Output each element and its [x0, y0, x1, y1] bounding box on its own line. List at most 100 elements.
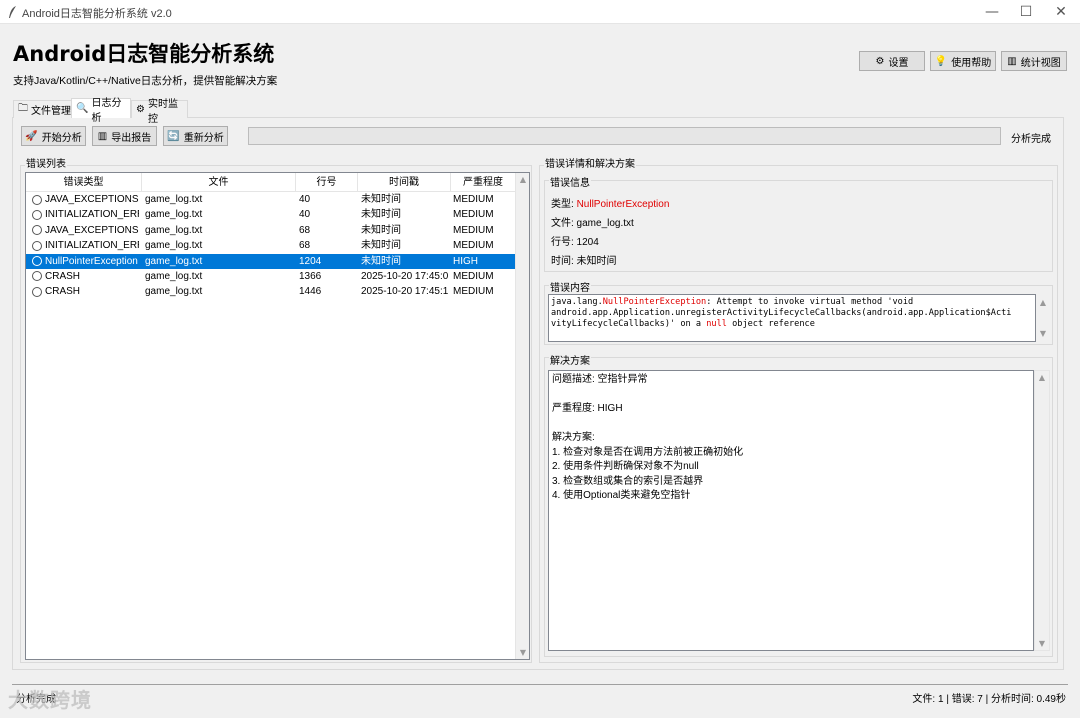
report-icon: ▥ [97, 130, 108, 142]
help-button-label: 使用帮助 [951, 57, 992, 69]
search-icon: 🔍 [76, 103, 89, 114]
error-file-line: 文件: game_log.txt [551, 218, 634, 229]
watermark-logo: 大数跨境 [8, 688, 92, 712]
folder-icon: 🗀 [18, 103, 28, 114]
cell-type: CRASH [45, 270, 81, 282]
window-title: Android日志智能分析系统 v2.0 [22, 8, 172, 20]
cell-line: 68 [299, 240, 311, 252]
cell-file: game_log.txt [145, 240, 203, 252]
column-header-file[interactable]: 文件 [142, 173, 296, 192]
cell-type: INITIALIZATION_ERR [45, 209, 139, 221]
reanalyze-button[interactable]: 🔄 重新分析 [163, 126, 228, 146]
error-content-text[interactable]: java.lang.NullPointerException: Attempt … [548, 294, 1036, 342]
column-header-severity[interactable]: 严重程度 [451, 173, 516, 192]
status-right-text: 文件: 1 | 错误: 7 | 分析时间: 0.49秒 [912, 694, 1066, 705]
tab-file-management[interactable]: 🗀 文件管理 [13, 100, 73, 118]
lightbulb-icon: 💡 [934, 55, 948, 67]
error-info-label: 错误信息 [549, 174, 591, 189]
table-row[interactable]: INITIALIZATION_ERR game_log.txt 40 未知时间 MEDI… [26, 207, 516, 222]
feather-icon [9, 6, 16, 18]
solution-line: 问题描述: 空指针异常 [552, 374, 648, 385]
code-segment: object reference [726, 319, 815, 329]
row-radio-icon[interactable] [32, 194, 42, 205]
page-title: Android日志智能分析系统 [13, 42, 275, 66]
error-list-scrollbar[interactable]: ▲ ▼ [515, 173, 529, 659]
chart-icon: ▥ [1007, 55, 1017, 67]
table-row[interactable]: JAVA_EXCEPTIONS game_log.txt 40 未知时间 MEDIUM [26, 192, 516, 207]
table-row[interactable]: CRASH game_log.txt 1446 2025-10-20 17:45:1 M… [26, 284, 516, 299]
stats-view-button[interactable]: ▥ 统计视图 [1001, 51, 1067, 71]
row-radio-icon[interactable] [32, 240, 42, 251]
start-analysis-button[interactable]: 🚀 开始分析 [21, 126, 86, 146]
close-button[interactable]: ✕ [1044, 0, 1078, 24]
code-null-keyword: null [706, 319, 727, 329]
scroll-up-icon[interactable]: ▲ [1036, 298, 1050, 307]
row-radio-icon[interactable] [32, 225, 42, 236]
start-analysis-label: 开始分析 [41, 132, 82, 144]
scroll-up-icon[interactable]: ▲ [516, 175, 529, 184]
solution-text[interactable]: 问题描述: 空指针异常 严重程度: HIGH 解决方案: 1. 检查对象是否在调用方法… [548, 370, 1034, 651]
cell-severity: MEDIUM [453, 240, 494, 252]
solution-scrollbar[interactable]: ▲ ▼ [1034, 370, 1050, 651]
row-radio-icon[interactable] [32, 271, 42, 282]
maximize-button[interactable]: ☐ [1009, 0, 1043, 24]
table-row[interactable]: CRASH game_log.txt 1366 2025-10-20 17:45:0 M… [26, 269, 516, 284]
cell-time: 未知时间 [361, 240, 401, 252]
cell-type: INITIALIZATION_ERR [45, 240, 139, 252]
tab-live-monitor[interactable]: ⚙ 实时监控 [131, 99, 188, 125]
column-header-type[interactable]: 错误类型 [26, 173, 142, 192]
cell-type: NullPointerException [45, 255, 138, 267]
export-report-label: 导出报告 [111, 132, 152, 144]
cell-line: 1366 [299, 270, 322, 282]
row-radio-icon[interactable] [32, 256, 42, 267]
column-header-timestamp[interactable]: 时间戳 [358, 173, 451, 192]
cell-severity: HIGH [453, 255, 478, 267]
help-button[interactable]: 💡 使用帮助 [930, 51, 996, 71]
table-body: JAVA_EXCEPTIONS game_log.txt 40 未知时间 MEDIUM I… [26, 192, 516, 300]
cell-time: 2025-10-20 17:45:0 [361, 270, 449, 282]
scroll-up-icon[interactable]: ▲ [1035, 373, 1049, 382]
scroll-down-icon[interactable]: ▼ [1036, 329, 1050, 338]
code-segment: java.lang. [551, 297, 603, 307]
solution-line [552, 388, 1030, 403]
column-header-line[interactable]: 行号 [296, 173, 358, 192]
error-type-value: NullPointerException [576, 199, 670, 210]
cell-type: CRASH [45, 286, 81, 298]
settings-button[interactable]: ⚙ 设置 [859, 51, 925, 71]
row-radio-icon[interactable] [32, 286, 42, 297]
error-list-table[interactable]: 错误类型 文件 行号 时间戳 严重程度 JAVA_EXCEPTIONS game_… [25, 172, 530, 660]
error-list-label: 错误列表 [25, 155, 67, 170]
cell-file: game_log.txt [145, 270, 203, 282]
cell-severity: MEDIUM [453, 224, 494, 236]
cell-time: 未知时间 [361, 224, 401, 236]
error-content-scrollbar[interactable]: ▲ ▼ [1036, 294, 1050, 342]
error-type-line: 类型: NullPointerException [551, 195, 669, 210]
cell-severity: MEDIUM [453, 270, 494, 282]
code-segment: : Attempt to invoke virtual method 'void [706, 297, 914, 307]
minimize-button[interactable]: — [975, 0, 1009, 24]
cell-severity: MEDIUM [453, 209, 494, 221]
solution-line: 1. 检查对象是否在调用方法前被正确初始化 [552, 446, 744, 458]
scroll-down-icon[interactable]: ▼ [516, 648, 529, 657]
tab-log-analysis[interactable]: 🔍 日志分析 [71, 98, 131, 124]
export-report-button[interactable]: ▥ 导出报告 [92, 126, 157, 146]
table-row[interactable]: NullPointerException game_log.txt 1204 未知时间… [26, 253, 516, 269]
row-radio-icon[interactable] [32, 209, 42, 220]
table-row[interactable]: INITIALIZATION_ERR game_log.txt 68 未知时间 MEDI… [26, 238, 516, 253]
tab-label: 日志分析 [91, 97, 122, 124]
cell-time: 未知时间 [361, 194, 401, 205]
progress-bar [248, 127, 1001, 145]
cell-line: 40 [299, 209, 311, 221]
solution-line [552, 417, 1030, 432]
gear-icon: ⚙ [875, 55, 885, 67]
cell-line: 68 [299, 224, 311, 236]
scroll-down-icon[interactable]: ▼ [1035, 639, 1049, 648]
solution-line: 4. 使用Optional类来避免空指针 [552, 490, 691, 501]
status-bar: 分析完成 文件: 1 | 错误: 7 | 分析时间: 0.49秒 [12, 684, 1068, 706]
table-row[interactable]: JAVA_EXCEPTIONS game_log.txt 68 未知时间 MEDIUM [26, 223, 516, 238]
stats-view-button-label: 统计视图 [1020, 57, 1061, 69]
error-details-label: 错误详情和解决方案 [544, 155, 636, 170]
error-line-number: 行号: 1204 [551, 237, 599, 248]
settings-button-label: 设置 [888, 57, 909, 69]
solution-line: 解决方案: [552, 432, 595, 443]
